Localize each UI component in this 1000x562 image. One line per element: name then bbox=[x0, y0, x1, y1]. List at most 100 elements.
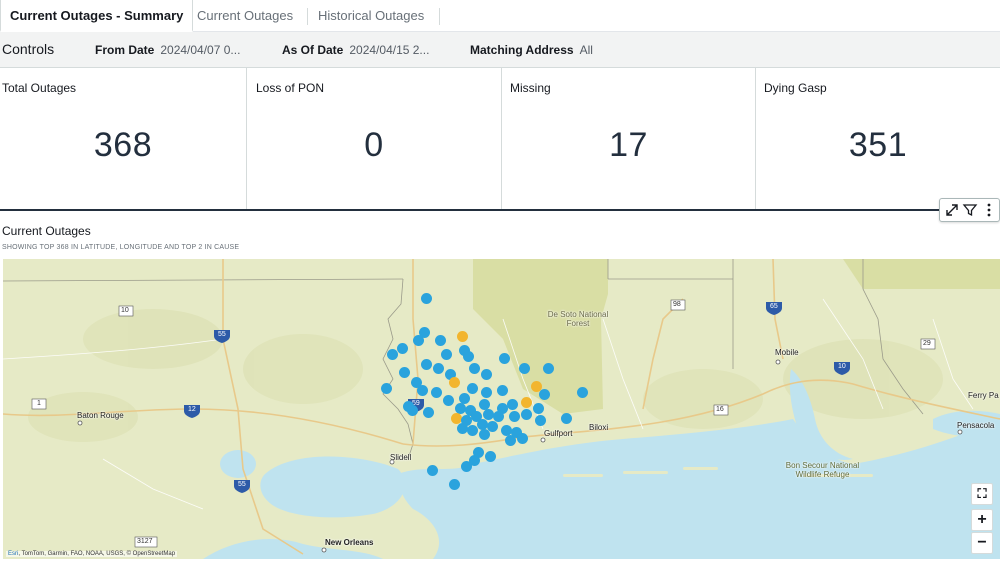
map-canvas[interactable]: 10 55 1 12 59 98 65 10 16 29 55 3127 Bat… bbox=[3, 259, 1000, 559]
outage-marker[interactable] bbox=[533, 403, 544, 414]
matching-address-label: Matching Address bbox=[470, 43, 574, 57]
outage-marker[interactable] bbox=[521, 409, 532, 420]
outage-marker[interactable] bbox=[433, 363, 444, 374]
road-shield: 55 bbox=[218, 331, 226, 338]
road-shield: 12 bbox=[188, 406, 196, 413]
kpi-row: Total Outages 368 Loss of PON 0 Missing … bbox=[0, 68, 1000, 211]
kpi-loss-of-pon[interactable]: Loss of PON 0 bbox=[247, 68, 502, 209]
outage-marker[interactable] bbox=[399, 367, 410, 378]
outage-marker[interactable] bbox=[539, 389, 550, 400]
outage-marker[interactable] bbox=[509, 411, 520, 422]
kpi-total-outages[interactable]: Total Outages 368 bbox=[0, 68, 247, 209]
recenter-button[interactable]: ⛶ bbox=[971, 483, 993, 505]
city-label: Slidell bbox=[390, 453, 412, 462]
outage-marker[interactable] bbox=[521, 397, 532, 408]
outage-marker[interactable] bbox=[481, 369, 492, 380]
kpi-title: Total Outages bbox=[2, 81, 77, 95]
outage-marker[interactable] bbox=[461, 461, 472, 472]
kpi-title: Loss of PON bbox=[256, 81, 325, 95]
outage-marker[interactable] bbox=[481, 387, 492, 398]
expand-icon[interactable] bbox=[943, 201, 961, 219]
outage-marker[interactable] bbox=[561, 413, 572, 424]
outage-marker[interactable] bbox=[407, 405, 418, 416]
city-label: Gulfport bbox=[544, 429, 573, 438]
outage-marker[interactable] bbox=[467, 425, 478, 436]
controls-title[interactable]: Controls bbox=[2, 41, 54, 57]
matching-address-value[interactable]: All bbox=[580, 43, 593, 57]
attribution-esri-link[interactable]: Esri bbox=[8, 551, 18, 557]
zoom-out-button[interactable]: − bbox=[971, 532, 993, 554]
area-label: Bon Secour National Wildlife Refuge bbox=[785, 461, 860, 479]
outage-marker[interactable] bbox=[431, 387, 442, 398]
kpi-value: 351 bbox=[848, 126, 908, 164]
outage-marker[interactable] bbox=[467, 383, 478, 394]
outage-marker[interactable] bbox=[449, 377, 460, 388]
road-shield: 16 bbox=[716, 406, 724, 413]
outage-marker[interactable] bbox=[413, 335, 424, 346]
outage-marker[interactable] bbox=[485, 451, 496, 462]
outage-marker[interactable] bbox=[443, 395, 454, 406]
outage-marker[interactable] bbox=[421, 359, 432, 370]
road-shield: 98 bbox=[673, 301, 681, 308]
more-options-icon[interactable] bbox=[980, 201, 998, 219]
from-date-control[interactable]: From Date 2024/04/07 0... bbox=[95, 43, 240, 57]
as-of-date-value[interactable]: 2024/04/15 2... bbox=[349, 43, 429, 57]
outage-marker[interactable] bbox=[493, 411, 504, 422]
sheet-tabs: Current Outages - Summary Current Outage… bbox=[0, 0, 1000, 32]
kpi-missing[interactable]: Missing 17 bbox=[502, 68, 756, 209]
city-label: Baton Rouge bbox=[77, 411, 124, 420]
tab-historical-outages[interactable]: Historical Outages bbox=[309, 0, 433, 32]
tab-current-outages-summary[interactable]: Current Outages - Summary bbox=[0, 0, 194, 32]
city-label: Ferry Pa bbox=[968, 391, 999, 400]
outage-marker[interactable] bbox=[505, 435, 516, 446]
road-shield: 1 bbox=[37, 400, 41, 407]
outage-marker[interactable] bbox=[423, 407, 434, 418]
map-subtitle: SHOWING TOP 368 IN LATITUDE, LONGITUDE A… bbox=[2, 244, 240, 251]
outage-marker[interactable] bbox=[577, 387, 588, 398]
tab-divider bbox=[439, 8, 440, 25]
outage-marker[interactable] bbox=[497, 385, 508, 396]
outage-marker[interactable] bbox=[441, 349, 452, 360]
outage-marker[interactable] bbox=[543, 363, 554, 374]
outage-marker[interactable] bbox=[397, 343, 408, 354]
outage-marker[interactable] bbox=[381, 383, 392, 394]
outage-marker[interactable] bbox=[469, 363, 480, 374]
map-title: Current Outages bbox=[2, 224, 91, 238]
tab-divider bbox=[307, 8, 308, 25]
outage-marker[interactable] bbox=[507, 399, 518, 410]
attribution-text: , TomTom, Garmin, FAO, NOAA, USGS, © Ope… bbox=[18, 551, 176, 557]
outage-marker[interactable] bbox=[417, 385, 428, 396]
kpi-title: Missing bbox=[510, 81, 551, 95]
city-label: Mobile bbox=[775, 348, 799, 357]
kpi-value: 368 bbox=[93, 126, 153, 164]
as-of-date-control[interactable]: As Of Date 2024/04/15 2... bbox=[282, 43, 429, 57]
road-shield: 3127 bbox=[137, 538, 153, 545]
matching-address-control[interactable]: Matching Address All bbox=[470, 43, 593, 57]
city-label: New Orleans bbox=[325, 538, 374, 547]
tab-current-outages[interactable]: Current Outages bbox=[188, 0, 302, 32]
outage-marker[interactable] bbox=[435, 335, 446, 346]
outage-marker[interactable] bbox=[519, 363, 530, 374]
zoom-in-button[interactable]: + bbox=[971, 509, 993, 531]
outage-marker[interactable] bbox=[387, 349, 398, 360]
visual-toolbar bbox=[939, 198, 1000, 222]
filter-icon[interactable] bbox=[961, 201, 979, 219]
from-date-label: From Date bbox=[95, 43, 155, 57]
map-visual: Current Outages SHOWING TOP 368 IN LATIT… bbox=[0, 212, 1000, 562]
outage-marker[interactable] bbox=[517, 433, 528, 444]
outage-marker[interactable] bbox=[479, 429, 490, 440]
area-label: De Soto National Forest bbox=[547, 310, 609, 328]
kpi-value: 0 bbox=[364, 126, 384, 164]
outage-marker[interactable] bbox=[535, 415, 546, 426]
kpi-dying-gasp[interactable]: Dying Gasp 351 bbox=[756, 68, 1000, 209]
outage-marker[interactable] bbox=[463, 351, 474, 362]
outage-marker[interactable] bbox=[427, 465, 438, 476]
outage-marker[interactable] bbox=[421, 293, 432, 304]
from-date-value[interactable]: 2024/04/07 0... bbox=[160, 43, 240, 57]
road-shield: 10 bbox=[121, 307, 129, 314]
outage-marker[interactable] bbox=[499, 353, 510, 364]
outage-marker[interactable] bbox=[457, 331, 468, 342]
kpi-title: Dying Gasp bbox=[764, 81, 827, 95]
road-shield: 29 bbox=[923, 340, 931, 347]
outage-marker[interactable] bbox=[449, 479, 460, 490]
